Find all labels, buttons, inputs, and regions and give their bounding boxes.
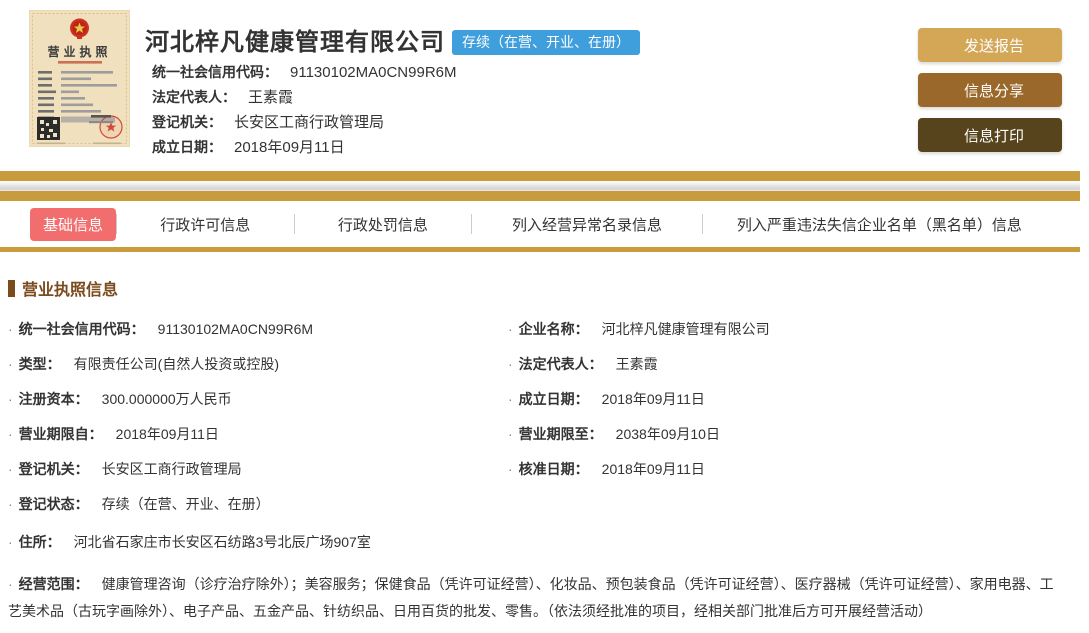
company-header: 营业执照 河北梓凡健康管理有限公司 存续（在营、开业、在册） 统一社会信用代码：… <box>0 0 1089 171</box>
tab-abnormal-operation-list[interactable]: 列入经营异常名录信息 <box>472 214 702 235</box>
info-field-empty <box>508 487 1065 522</box>
status-badge: 存续（在营、开业、在册） <box>452 30 640 55</box>
info-field-establish-date: · 成立日期： 2018年09月11日 <box>508 391 705 407</box>
info-field-reg-status: · 登记状态： 存续（在营、开业、在册） <box>8 496 270 512</box>
header-fields: 统一社会信用代码： 91130102MA0CN99R6M 法定代表人： 王素霞 登记… <box>152 60 457 160</box>
tab-admin-penalty[interactable]: 行政处罚信息 <box>295 214 472 235</box>
license-info-grid: · 统一社会信用代码： 91130102MA0CN99R6M · 企业名称： 河北梓凡健… <box>8 312 1065 633</box>
header-field-establish-date: 成立日期： 2018年09月11日 <box>152 135 457 160</box>
section-marker-icon <box>8 279 15 297</box>
field-label: 登记机关： <box>152 114 222 130</box>
field-value: 91130102MA0CN99R6M <box>290 64 457 81</box>
header-field-credit-code: 统一社会信用代码： 91130102MA0CN99R6M <box>152 60 457 85</box>
info-field-address: · 住所： 河北省石家庄市长安区石纺路3号北辰广场907室 <box>8 534 371 550</box>
info-field-legal-rep: · 法定代表人： 王素霞 <box>508 356 658 372</box>
info-field-business-scope: · 经营范围： 健康管理咨询（诊疗治疗除外）；美容服务；保健食品（凭许可证经营）、化… <box>8 576 1054 619</box>
send-report-button[interactable]: 发送报告 <box>918 28 1062 62</box>
field-label: 成立日期： <box>152 139 222 155</box>
header-field-legal-rep: 法定代表人： 王素霞 <box>152 85 457 110</box>
field-label: 法定代表人： <box>152 89 236 105</box>
gold-divider-bar-top <box>0 171 1080 181</box>
gold-divider-bar-middle <box>0 191 1080 201</box>
tab-bar: 基础信息 行政许可信息 行政处罚信息 列入经营异常名录信息 列入严重违法失信企业… <box>0 201 1080 247</box>
action-buttons: 发送报告 信息分享 信息打印 <box>918 28 1062 163</box>
qr-code <box>37 117 60 140</box>
info-print-button[interactable]: 信息打印 <box>918 118 1062 152</box>
info-field-term-to: · 营业期限至： 2038年09月10日 <box>508 426 720 442</box>
field-value: 2018年09月11日 <box>234 139 345 156</box>
info-share-button[interactable]: 信息分享 <box>918 73 1062 107</box>
field-value: 长安区工商行政管理局 <box>234 114 385 131</box>
section-title-row: 营业执照信息 <box>8 276 1089 300</box>
section-title: 营业执照信息 <box>22 282 119 299</box>
main-content: 营业执照信息 · 统一社会信用代码： 91130102MA0CN99R6M · 企业名… <box>0 252 1089 633</box>
company-name: 河北梓凡健康管理有限公司 <box>145 29 445 56</box>
info-field-credit-code: · 统一社会信用代码： 91130102MA0CN99R6M <box>8 321 314 337</box>
info-field-registered-capital: · 注册资本： 300.000000万人民币 <box>8 391 232 407</box>
business-license-image: 营业执照 <box>29 10 130 147</box>
divider-shadow-gap <box>0 181 1080 191</box>
info-field-company-name: · 企业名称： 河北梓凡健康管理有限公司 <box>508 321 770 337</box>
header-field-reg-authority: 登记机关： 长安区工商行政管理局 <box>152 110 457 135</box>
tab-serious-violation-blacklist[interactable]: 列入严重违法失信企业名单（黑名单）信息 <box>703 214 1056 235</box>
field-label: 统一社会信用代码： <box>152 64 278 80</box>
info-field-approval-date: · 核准日期： 2018年09月11日 <box>508 461 705 477</box>
official-stamp-icon <box>99 115 123 139</box>
tab-admin-license[interactable]: 行政许可信息 <box>117 214 294 235</box>
info-field-reg-authority: · 登记机关： 长安区工商行政管理局 <box>8 461 242 477</box>
info-field-term-from: · 营业期限自： 2018年09月11日 <box>8 426 219 442</box>
license-image-title: 营业执照 <box>47 44 111 59</box>
field-value: 王素霞 <box>248 89 294 106</box>
info-field-company-type: · 类型： 有限责任公司(自然人投资或控股) <box>8 356 279 372</box>
tab-basic-info[interactable]: 基础信息 <box>30 207 117 241</box>
